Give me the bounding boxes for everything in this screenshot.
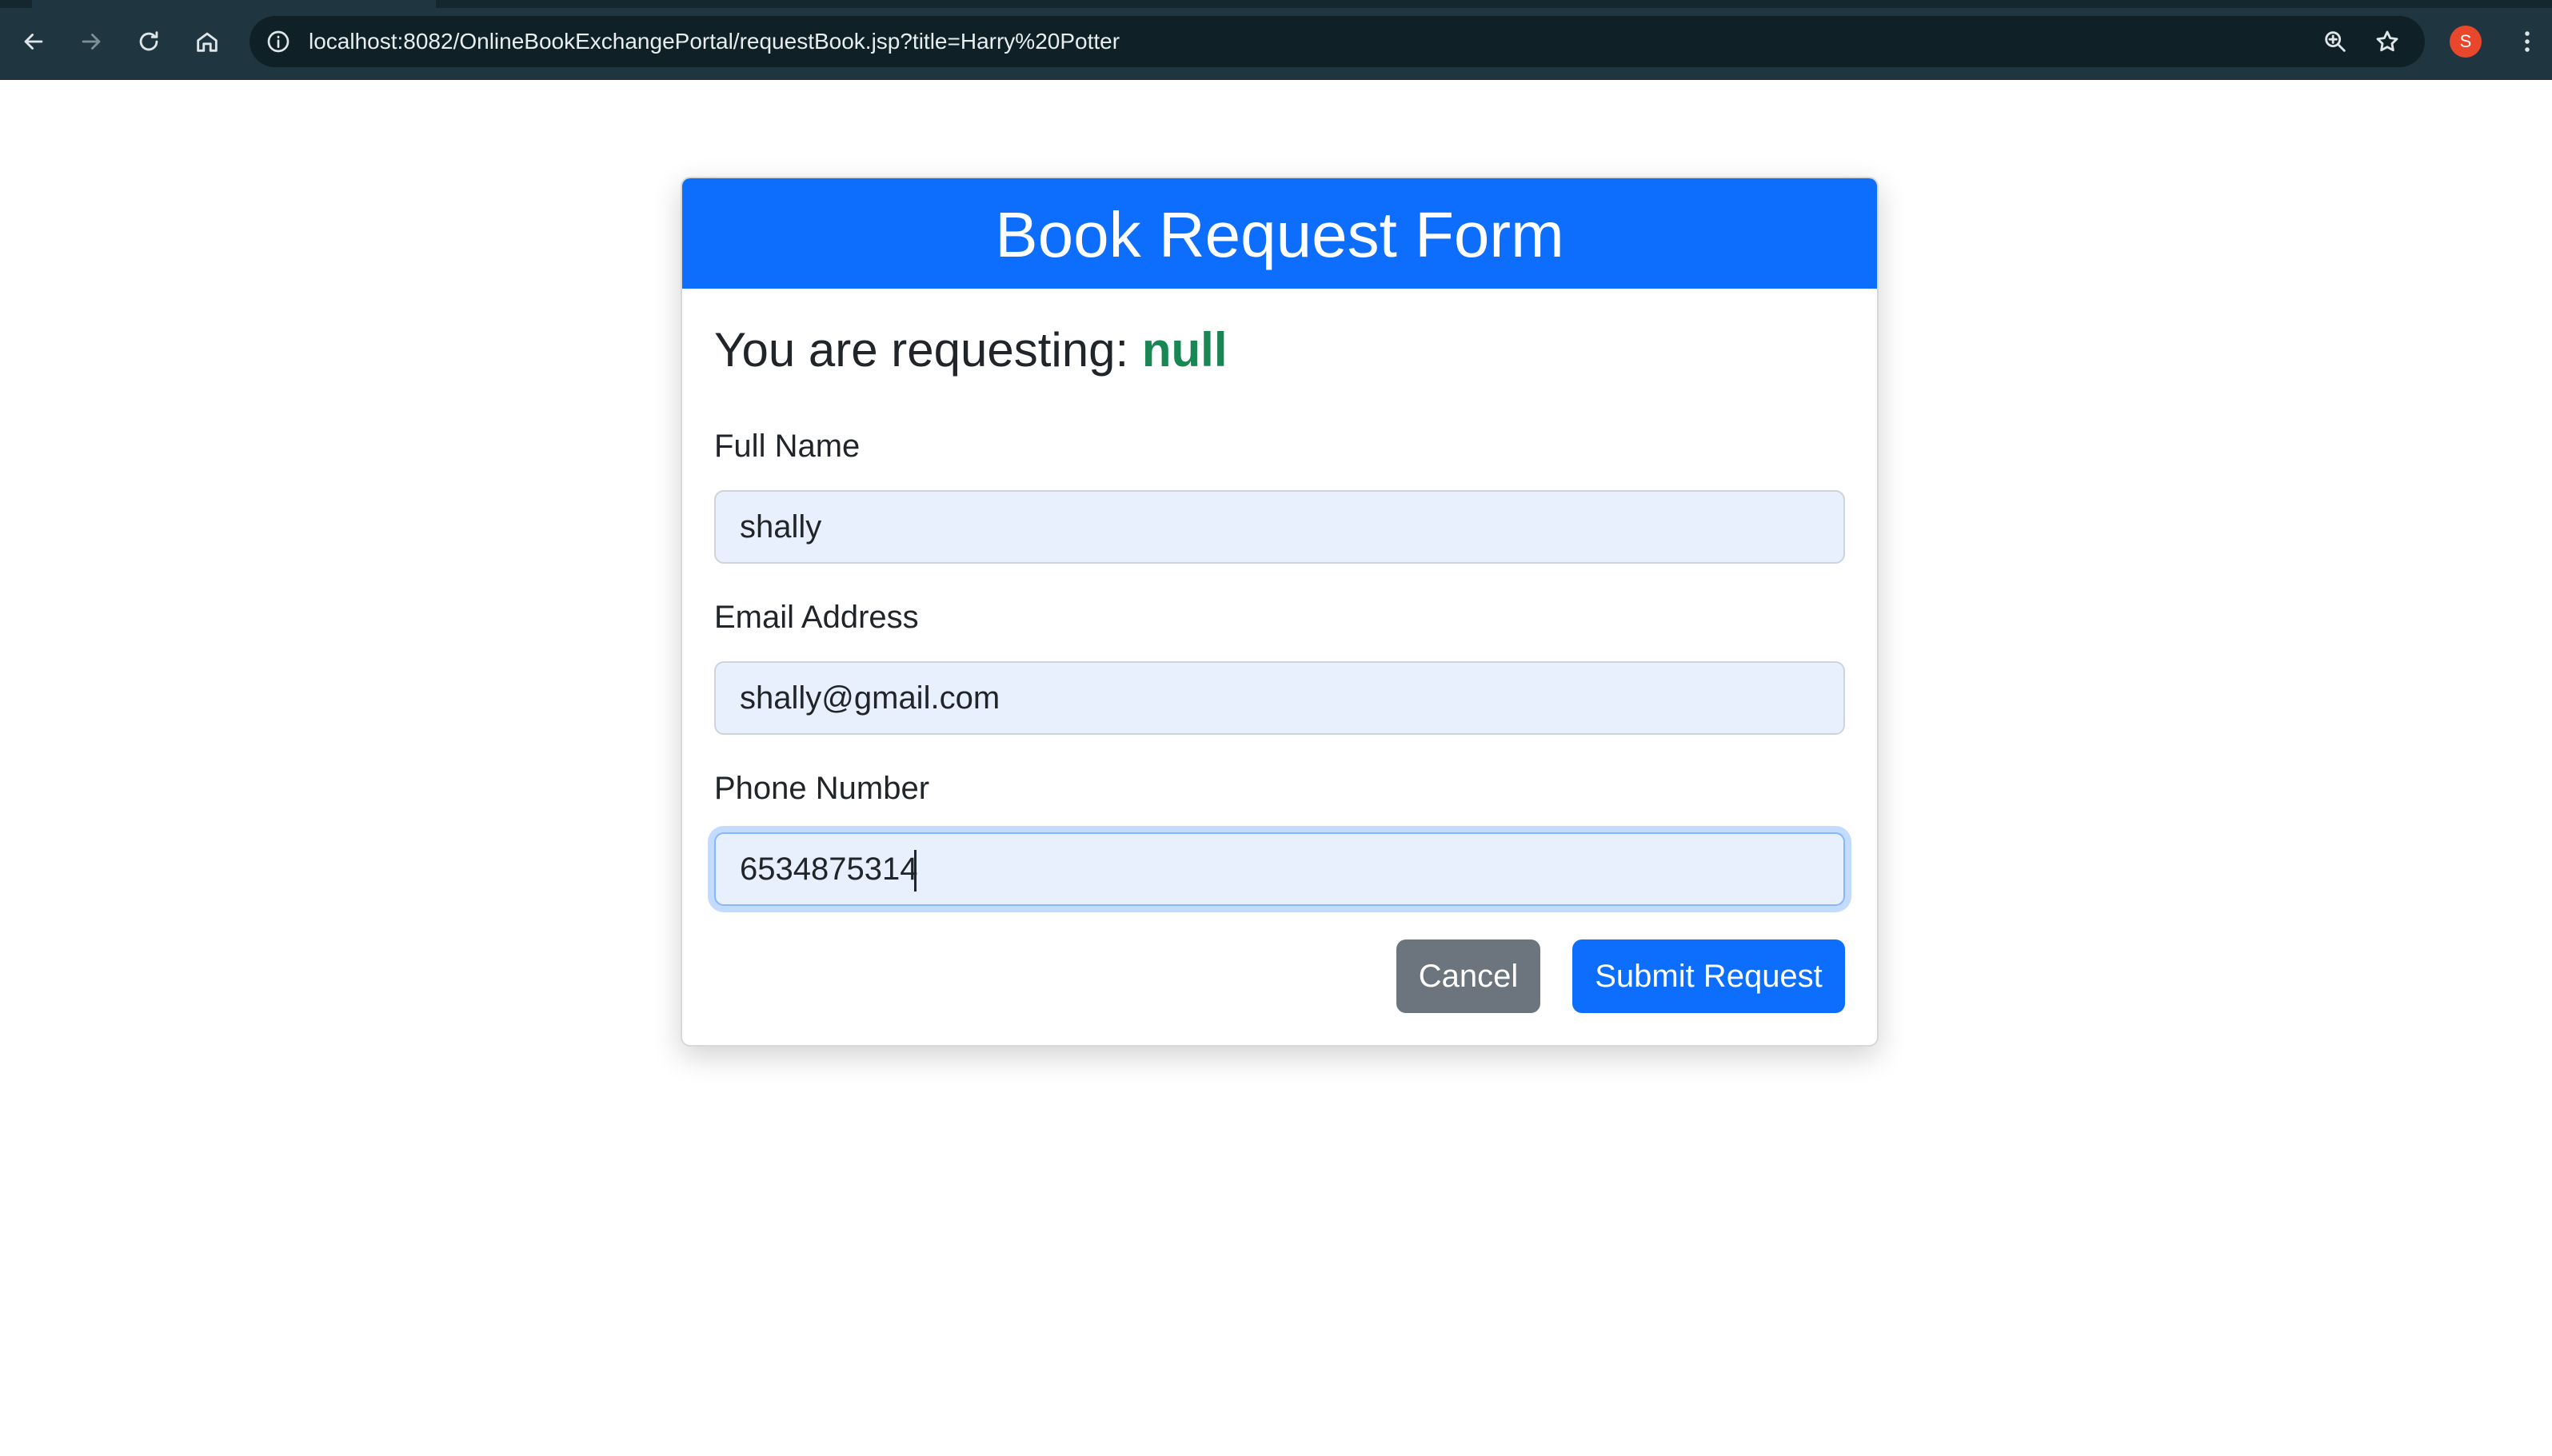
browser-toolbar: localhost:8082/OnlineBookExchangePortal/… (0, 0, 2552, 80)
site-info-icon (267, 30, 290, 53)
star-icon (2376, 30, 2398, 52)
address-bar[interactable]: localhost:8082/OnlineBookExchangePortal/… (250, 16, 2425, 67)
home-icon (197, 32, 218, 52)
phone-input-value: 6534875314 (740, 852, 918, 887)
reload-icon (139, 31, 158, 51)
phone-input[interactable]: 6534875314 (714, 832, 1845, 906)
text-caret (914, 850, 917, 892)
reload-button[interactable] (126, 19, 171, 64)
back-arrow-icon (24, 34, 43, 50)
email-input[interactable] (714, 661, 1845, 735)
form-title: Book Request Form (682, 178, 1877, 289)
phone-label: Phone Number (714, 771, 930, 806)
active-tab-edge[interactable] (32, 0, 436, 8)
browser-menu-button[interactable] (2510, 22, 2545, 61)
back-button[interactable] (11, 19, 56, 64)
bookmark-button[interactable] (2370, 24, 2405, 59)
kebab-menu-icon (2525, 31, 2530, 52)
home-button[interactable] (185, 19, 230, 64)
requesting-prefix: You are requesting: (714, 323, 1129, 377)
url-text[interactable]: localhost:8082/OnlineBookExchangePortal/… (309, 16, 1120, 67)
forward-arrow-icon (82, 34, 101, 50)
submit-request-button[interactable]: Submit Request (1572, 939, 1845, 1013)
book-request-card: Book Request Form You are requesting: nu… (681, 177, 1879, 1047)
requested-book-title: null (1141, 323, 1228, 377)
tab-strip (0, 0, 2552, 8)
full-name-label: Full Name (714, 429, 861, 464)
requesting-heading: You are requesting: null (714, 322, 1228, 377)
forward-button[interactable] (69, 19, 114, 64)
email-label: Email Address (714, 600, 919, 635)
cancel-button[interactable]: Cancel (1396, 939, 1540, 1013)
site-info-button[interactable] (261, 24, 296, 59)
full-name-input[interactable] (714, 490, 1845, 564)
profile-avatar[interactable]: S (2450, 26, 2482, 58)
zoom-button[interactable] (2318, 24, 2353, 59)
zoom-icon (2325, 31, 2346, 52)
